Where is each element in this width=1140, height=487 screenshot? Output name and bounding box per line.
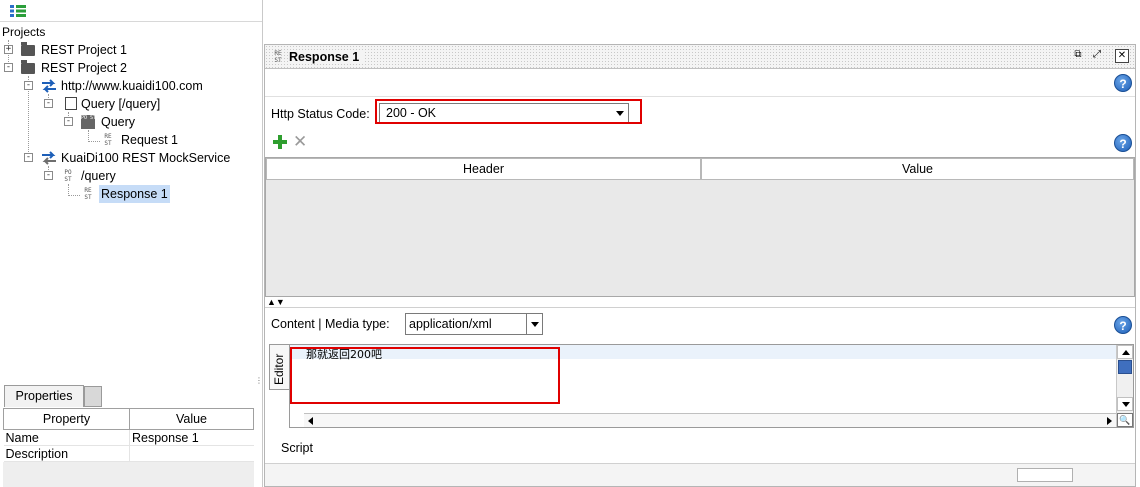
collapse-icon[interactable]: -: [4, 63, 13, 72]
dropdown-button[interactable]: [526, 314, 542, 334]
chevron-down-icon: [531, 322, 539, 327]
tab-editor[interactable]: Editor: [269, 344, 289, 390]
table-row[interactable]: Description: [3, 445, 254, 462]
tree-item-label: KuaiDi100 REST MockService: [61, 151, 231, 165]
collapse-icon[interactable]: -: [44, 171, 53, 180]
navigator-panel: Projects + REST Project 1 - REST Project…: [0, 0, 263, 487]
splitter-handle[interactable]: ▲▼: [267, 298, 285, 307]
status-bar: [265, 463, 1135, 486]
tree-item-label: Query [/query]: [81, 97, 161, 111]
tree-item-rest-project-2[interactable]: - REST Project 2: [0, 59, 200, 77]
scroll-thumb[interactable]: [1118, 360, 1132, 374]
content-media-type-label: Content | Media type:: [271, 317, 390, 331]
content-toolbar: ?: [265, 307, 1135, 343]
rest-service-arrows-icon: [42, 79, 56, 93]
http-status-code-label: Http Status Code:: [271, 107, 370, 121]
tree-item-resource-query[interactable]: - Query [/query]: [0, 95, 200, 113]
scroll-up-button[interactable]: [1117, 345, 1133, 359]
chevron-down-icon: [616, 111, 624, 116]
resource-page-icon: [62, 97, 77, 112]
rest-response-icon: RE ST: [274, 50, 282, 64]
status-field: [1017, 468, 1073, 482]
help-icon[interactable]: ?: [1114, 74, 1132, 92]
navigator-toolbar: [0, 0, 262, 22]
properties-tabbar: Properties: [0, 385, 262, 407]
panel-titlebar: RE ST Response 1 ⧉ ⤢ ✕: [265, 45, 1135, 69]
dock-icon[interactable]: ⧉: [1071, 49, 1085, 63]
column-header-value[interactable]: Value: [129, 408, 254, 430]
properties-empty-area: [3, 462, 254, 487]
tree-item-label-selected: Response 1: [99, 185, 170, 203]
zoom-icon[interactable]: 🔍: [1117, 413, 1133, 427]
property-value-cell[interactable]: [129, 445, 254, 462]
expand-icon[interactable]: +: [4, 45, 13, 54]
mock-service-icon: [42, 151, 56, 165]
response-editor-panel: RE ST Response 1 ⧉ ⤢ ✕ ? Http Status Cod…: [264, 44, 1136, 487]
horizontal-scrollbar[interactable]: [304, 413, 1116, 427]
scroll-down-button[interactable]: [1117, 397, 1133, 411]
panel-divider[interactable]: [262, 0, 263, 487]
projects-root-label[interactable]: Projects: [2, 25, 45, 39]
post-method-icon: PO ST: [64, 169, 72, 183]
rest-response-icon: RE ST: [84, 187, 92, 201]
properties-table: Property Value Name Response 1 Descripti…: [3, 408, 254, 462]
tree-item-service-endpoint[interactable]: - http://www.kuaidi100.com: [0, 77, 240, 95]
folder-icon: [21, 42, 35, 56]
tab-script[interactable]: Script: [281, 441, 313, 455]
current-line-highlight: [290, 345, 1116, 359]
detach-icon[interactable]: ⤢: [1090, 49, 1104, 63]
column-header-header[interactable]: Header: [266, 158, 701, 180]
media-type-select[interactable]: application/xml: [405, 313, 543, 335]
headers-table[interactable]: Header Value: [265, 157, 1135, 297]
arrow-left-icon[interactable]: [308, 417, 313, 425]
arrow-down-icon: [1122, 402, 1130, 407]
column-header-property[interactable]: Property: [3, 408, 130, 430]
response-body-editor[interactable]: 那就返回200吧 🔍: [289, 344, 1134, 428]
collapse-icon[interactable]: -: [24, 81, 33, 90]
selected-status-value: 200 - OK: [386, 106, 437, 120]
status-toolbar: ?: [265, 71, 1135, 97]
table-row[interactable]: Name Response 1: [3, 429, 254, 446]
editor-content[interactable]: 那就返回200吧: [306, 346, 382, 362]
tree-item-label: Request 1: [121, 133, 178, 147]
folder-icon: [21, 60, 35, 74]
method-get-icon: PO ST: [81, 115, 96, 129]
tab-inactive[interactable]: [84, 386, 102, 407]
tree-item-request-1[interactable]: RE ST Request 1: [0, 131, 200, 149]
tree-item-label: http://www.kuaidi100.com: [61, 79, 203, 93]
collapse-icon[interactable]: -: [24, 153, 33, 162]
http-status-code-select[interactable]: 200 - OK: [379, 103, 629, 124]
property-name-cell: Name: [3, 429, 130, 446]
tree-item-label: REST Project 1: [41, 43, 127, 57]
add-icon[interactable]: [273, 135, 287, 149]
tree-item-mock-action-query[interactable]: - PO ST /query: [0, 167, 200, 185]
tree-item-label: REST Project 2: [41, 61, 127, 75]
tree-item-response-1[interactable]: RE ST Response 1: [0, 185, 200, 203]
arrow-up-icon: [1122, 350, 1130, 355]
tree-item-mock-service[interactable]: - KuaiDi100 REST MockService: [0, 149, 240, 167]
property-name-cell: Description: [3, 445, 130, 462]
panel-title: Response 1: [289, 50, 364, 64]
tree-item-label: Query: [101, 115, 136, 129]
tab-properties[interactable]: Properties: [4, 385, 84, 407]
help-icon[interactable]: ?: [1114, 316, 1132, 334]
collapse-icon[interactable]: -: [64, 117, 73, 126]
close-icon[interactable]: ✕: [1115, 49, 1129, 63]
column-header-value[interactable]: Value: [701, 158, 1134, 180]
arrow-right-icon[interactable]: [1107, 417, 1112, 425]
rest-request-icon: RE ST: [104, 133, 112, 147]
property-value-cell[interactable]: Response 1: [129, 429, 254, 446]
help-icon[interactable]: ?: [1114, 134, 1132, 152]
remove-icon[interactable]: ✕: [293, 133, 307, 150]
selected-media-type: application/xml: [409, 317, 492, 331]
tree-item-label: /query: [81, 169, 116, 183]
editor-tab-label: Editor: [272, 353, 286, 385]
tree-item-rest-project-1[interactable]: + REST Project 1: [0, 41, 200, 59]
collapse-icon[interactable]: -: [44, 99, 53, 108]
tree-view-icon[interactable]: [10, 5, 26, 17]
tree-item-method-query[interactable]: - PO ST Query: [0, 113, 200, 131]
